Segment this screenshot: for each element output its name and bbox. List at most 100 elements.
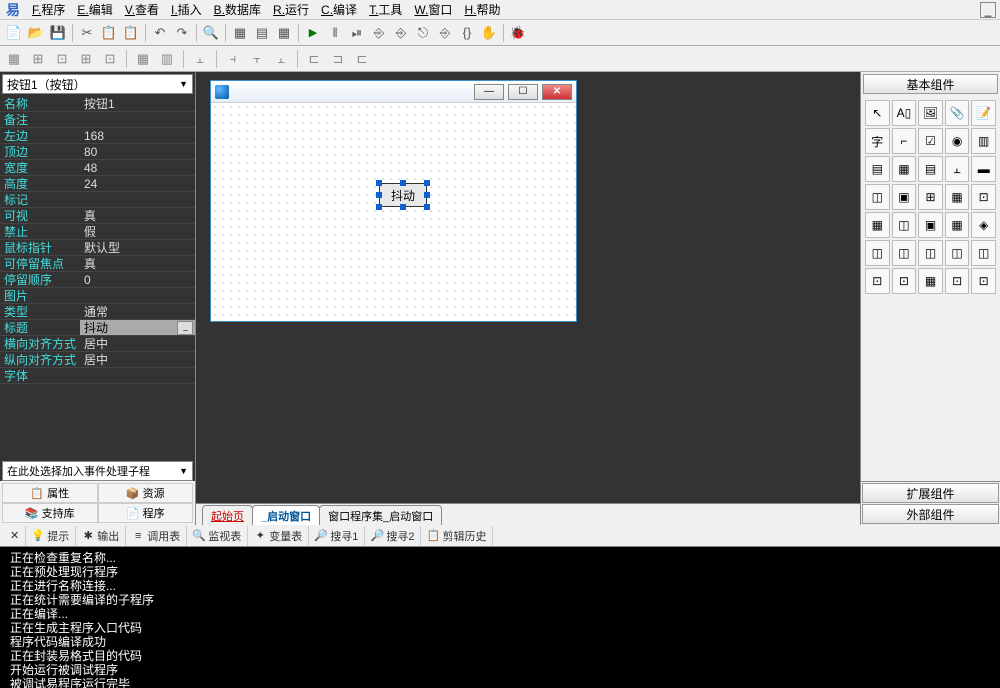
property-value[interactable]: 80 bbox=[80, 144, 195, 159]
toolbar-button[interactable]: ⊡ bbox=[52, 49, 72, 69]
palette-section[interactable]: 外部组件 bbox=[862, 504, 999, 524]
component-button[interactable]: ⊡ bbox=[971, 184, 996, 210]
selection-handle-nw[interactable] bbox=[376, 180, 382, 186]
toolbar-button[interactable]: ▥ bbox=[157, 49, 177, 69]
property-value[interactable]: 0 bbox=[80, 272, 195, 287]
toolbar-button[interactable]: 🔍 bbox=[201, 23, 221, 43]
palette-header[interactable]: 基本组件 bbox=[863, 74, 998, 94]
property-row[interactable]: 标题抖动... bbox=[0, 320, 195, 336]
component-button[interactable]: 📝 bbox=[971, 100, 996, 126]
property-row[interactable]: 禁止假 bbox=[0, 224, 195, 240]
property-row[interactable]: 标记 bbox=[0, 192, 195, 208]
output-tab[interactable]: 📋剪辑历史 bbox=[421, 526, 493, 546]
component-button[interactable]: ▦ bbox=[945, 184, 970, 210]
left-tab-程序[interactable]: 📄程序 bbox=[98, 503, 194, 523]
property-value[interactable]: 抖动... bbox=[80, 320, 195, 335]
toolbar-button[interactable]: 🐞 bbox=[508, 23, 528, 43]
component-button[interactable]: ⊡ bbox=[971, 268, 996, 294]
form-client-area[interactable]: 抖动 bbox=[211, 103, 576, 321]
selection-handle-ne[interactable] bbox=[424, 180, 430, 186]
property-row[interactable]: 图片 bbox=[0, 288, 195, 304]
toolbar-button[interactable]: ⫠ bbox=[271, 49, 291, 69]
toolbar-button[interactable]: ⫟ bbox=[247, 49, 267, 69]
component-button[interactable]: ▦ bbox=[865, 212, 890, 238]
form-minimize-button[interactable]: — bbox=[474, 84, 504, 100]
property-value[interactable]: 假 bbox=[80, 224, 195, 239]
component-button[interactable]: ⊡ bbox=[945, 268, 970, 294]
toolbar-button[interactable]: ⊏ bbox=[304, 49, 324, 69]
component-button[interactable]: ◫ bbox=[892, 212, 917, 238]
toolbar-button[interactable]: 📂 bbox=[26, 23, 46, 43]
component-button[interactable]: 📎 bbox=[945, 100, 970, 126]
menu-B[interactable]: B.数据库 bbox=[208, 1, 267, 18]
component-button[interactable]: ◫ bbox=[892, 240, 917, 266]
menu-F[interactable]: F.程序 bbox=[26, 1, 71, 18]
property-row[interactable]: 可停留焦点真 bbox=[0, 256, 195, 272]
output-tab[interactable]: 🔍监视表 bbox=[187, 526, 248, 546]
output-tab[interactable]: 🔎搜寻2 bbox=[365, 526, 421, 546]
component-button[interactable]: ◫ bbox=[865, 184, 890, 210]
selection-handle-s[interactable] bbox=[400, 204, 406, 210]
menu-I[interactable]: I.插入 bbox=[165, 1, 208, 18]
menu-T[interactable]: T.工具 bbox=[363, 1, 408, 18]
property-row[interactable]: 高度24 bbox=[0, 176, 195, 192]
toolbar-button[interactable]: ⊡ bbox=[100, 49, 120, 69]
property-value[interactable]: 默认型 bbox=[80, 240, 195, 255]
toolbar-button[interactable]: ↷ bbox=[172, 23, 192, 43]
output-tab[interactable]: 🔎搜寻1 bbox=[309, 526, 365, 546]
property-row[interactable]: 停留顺序0 bbox=[0, 272, 195, 288]
left-tab-支持库[interactable]: 📚支持库 bbox=[2, 503, 98, 523]
left-tab-属性[interactable]: 📋属性 bbox=[2, 483, 98, 503]
doc-tab[interactable]: 起始页 bbox=[202, 505, 253, 525]
toolbar-button[interactable]: ✋ bbox=[479, 23, 499, 43]
design-form-window[interactable]: — ☐ ✕ 抖动 bbox=[210, 80, 577, 322]
property-value[interactable]: 居中 bbox=[80, 336, 195, 351]
toolbar-button[interactable]: ⫠ bbox=[190, 49, 210, 69]
selection-handle-n[interactable] bbox=[400, 180, 406, 186]
component-button[interactable]: ⊡ bbox=[865, 268, 890, 294]
palette-section[interactable]: 扩展组件 bbox=[862, 483, 999, 503]
toolbar-button[interactable]: 📋 bbox=[121, 23, 141, 43]
component-button[interactable]: ▦ bbox=[892, 156, 917, 182]
form-close-button[interactable]: ✕ bbox=[542, 84, 572, 100]
component-button[interactable]: ▦ bbox=[918, 268, 943, 294]
component-button[interactable]: 字 bbox=[865, 128, 890, 154]
toolbar-button[interactable]: ⎋ bbox=[413, 23, 433, 43]
menu-V[interactable]: V.查看 bbox=[119, 1, 165, 18]
component-button[interactable]: ▤ bbox=[918, 156, 943, 182]
component-button[interactable]: ↖ bbox=[865, 100, 890, 126]
toolbar-button[interactable]: ⎆ bbox=[391, 23, 411, 43]
output-tab[interactable]: ✦变量表 bbox=[248, 526, 309, 546]
property-value[interactable]: 48 bbox=[80, 160, 195, 175]
selection-handle-sw[interactable] bbox=[376, 204, 382, 210]
toolbar-button[interactable]: ⎆ bbox=[369, 23, 389, 43]
output-text[interactable]: 正在检查重复名称... 正在预处理现行程序 正在进行名称连接... 正在统计需要… bbox=[0, 547, 1000, 688]
toolbar-button[interactable]: ✂ bbox=[77, 23, 97, 43]
toolbar-button[interactable]: ‖ bbox=[325, 23, 345, 43]
toolbar-button[interactable]: ⫞ bbox=[223, 49, 243, 69]
property-value[interactable]: 24 bbox=[80, 176, 195, 191]
toolbar-button[interactable]: ▤ bbox=[252, 23, 272, 43]
property-value[interactable] bbox=[80, 192, 195, 207]
selection-handle-se[interactable] bbox=[424, 204, 430, 210]
menu-R[interactable]: R.运行 bbox=[267, 1, 315, 18]
property-row[interactable]: 顶边80 bbox=[0, 144, 195, 160]
component-button[interactable]: ⫠ bbox=[945, 156, 970, 182]
object-selector[interactable]: 按钮1（按钮） ▼ bbox=[2, 74, 193, 94]
output-tab[interactable]: ✱输出 bbox=[76, 526, 126, 546]
property-row[interactable]: 名称按钮1 bbox=[0, 96, 195, 112]
component-button[interactable]: ◈ bbox=[971, 212, 996, 238]
toolbar-button[interactable]: ⏯ bbox=[347, 23, 367, 43]
toolbar-button[interactable]: ⊞ bbox=[28, 49, 48, 69]
property-value[interactable]: 按钮1 bbox=[80, 96, 195, 111]
property-row[interactable]: 字体 bbox=[0, 368, 195, 384]
form-maximize-button[interactable]: ☐ bbox=[508, 84, 538, 100]
doc-tab[interactable]: _启动窗口 bbox=[252, 505, 320, 525]
toolbar-button[interactable]: 📋 bbox=[99, 23, 119, 43]
property-grid[interactable]: 名称按钮1备注左边168顶边80宽度48高度24标记可视真禁止假鼠标指针默认型可… bbox=[0, 96, 195, 461]
property-value[interactable]: 168 bbox=[80, 128, 195, 143]
property-row[interactable]: 宽度48 bbox=[0, 160, 195, 176]
toolbar-button[interactable]: ⊐ bbox=[328, 49, 348, 69]
property-value[interactable] bbox=[80, 288, 195, 303]
output-tab[interactable]: 💡提示 bbox=[26, 526, 76, 546]
